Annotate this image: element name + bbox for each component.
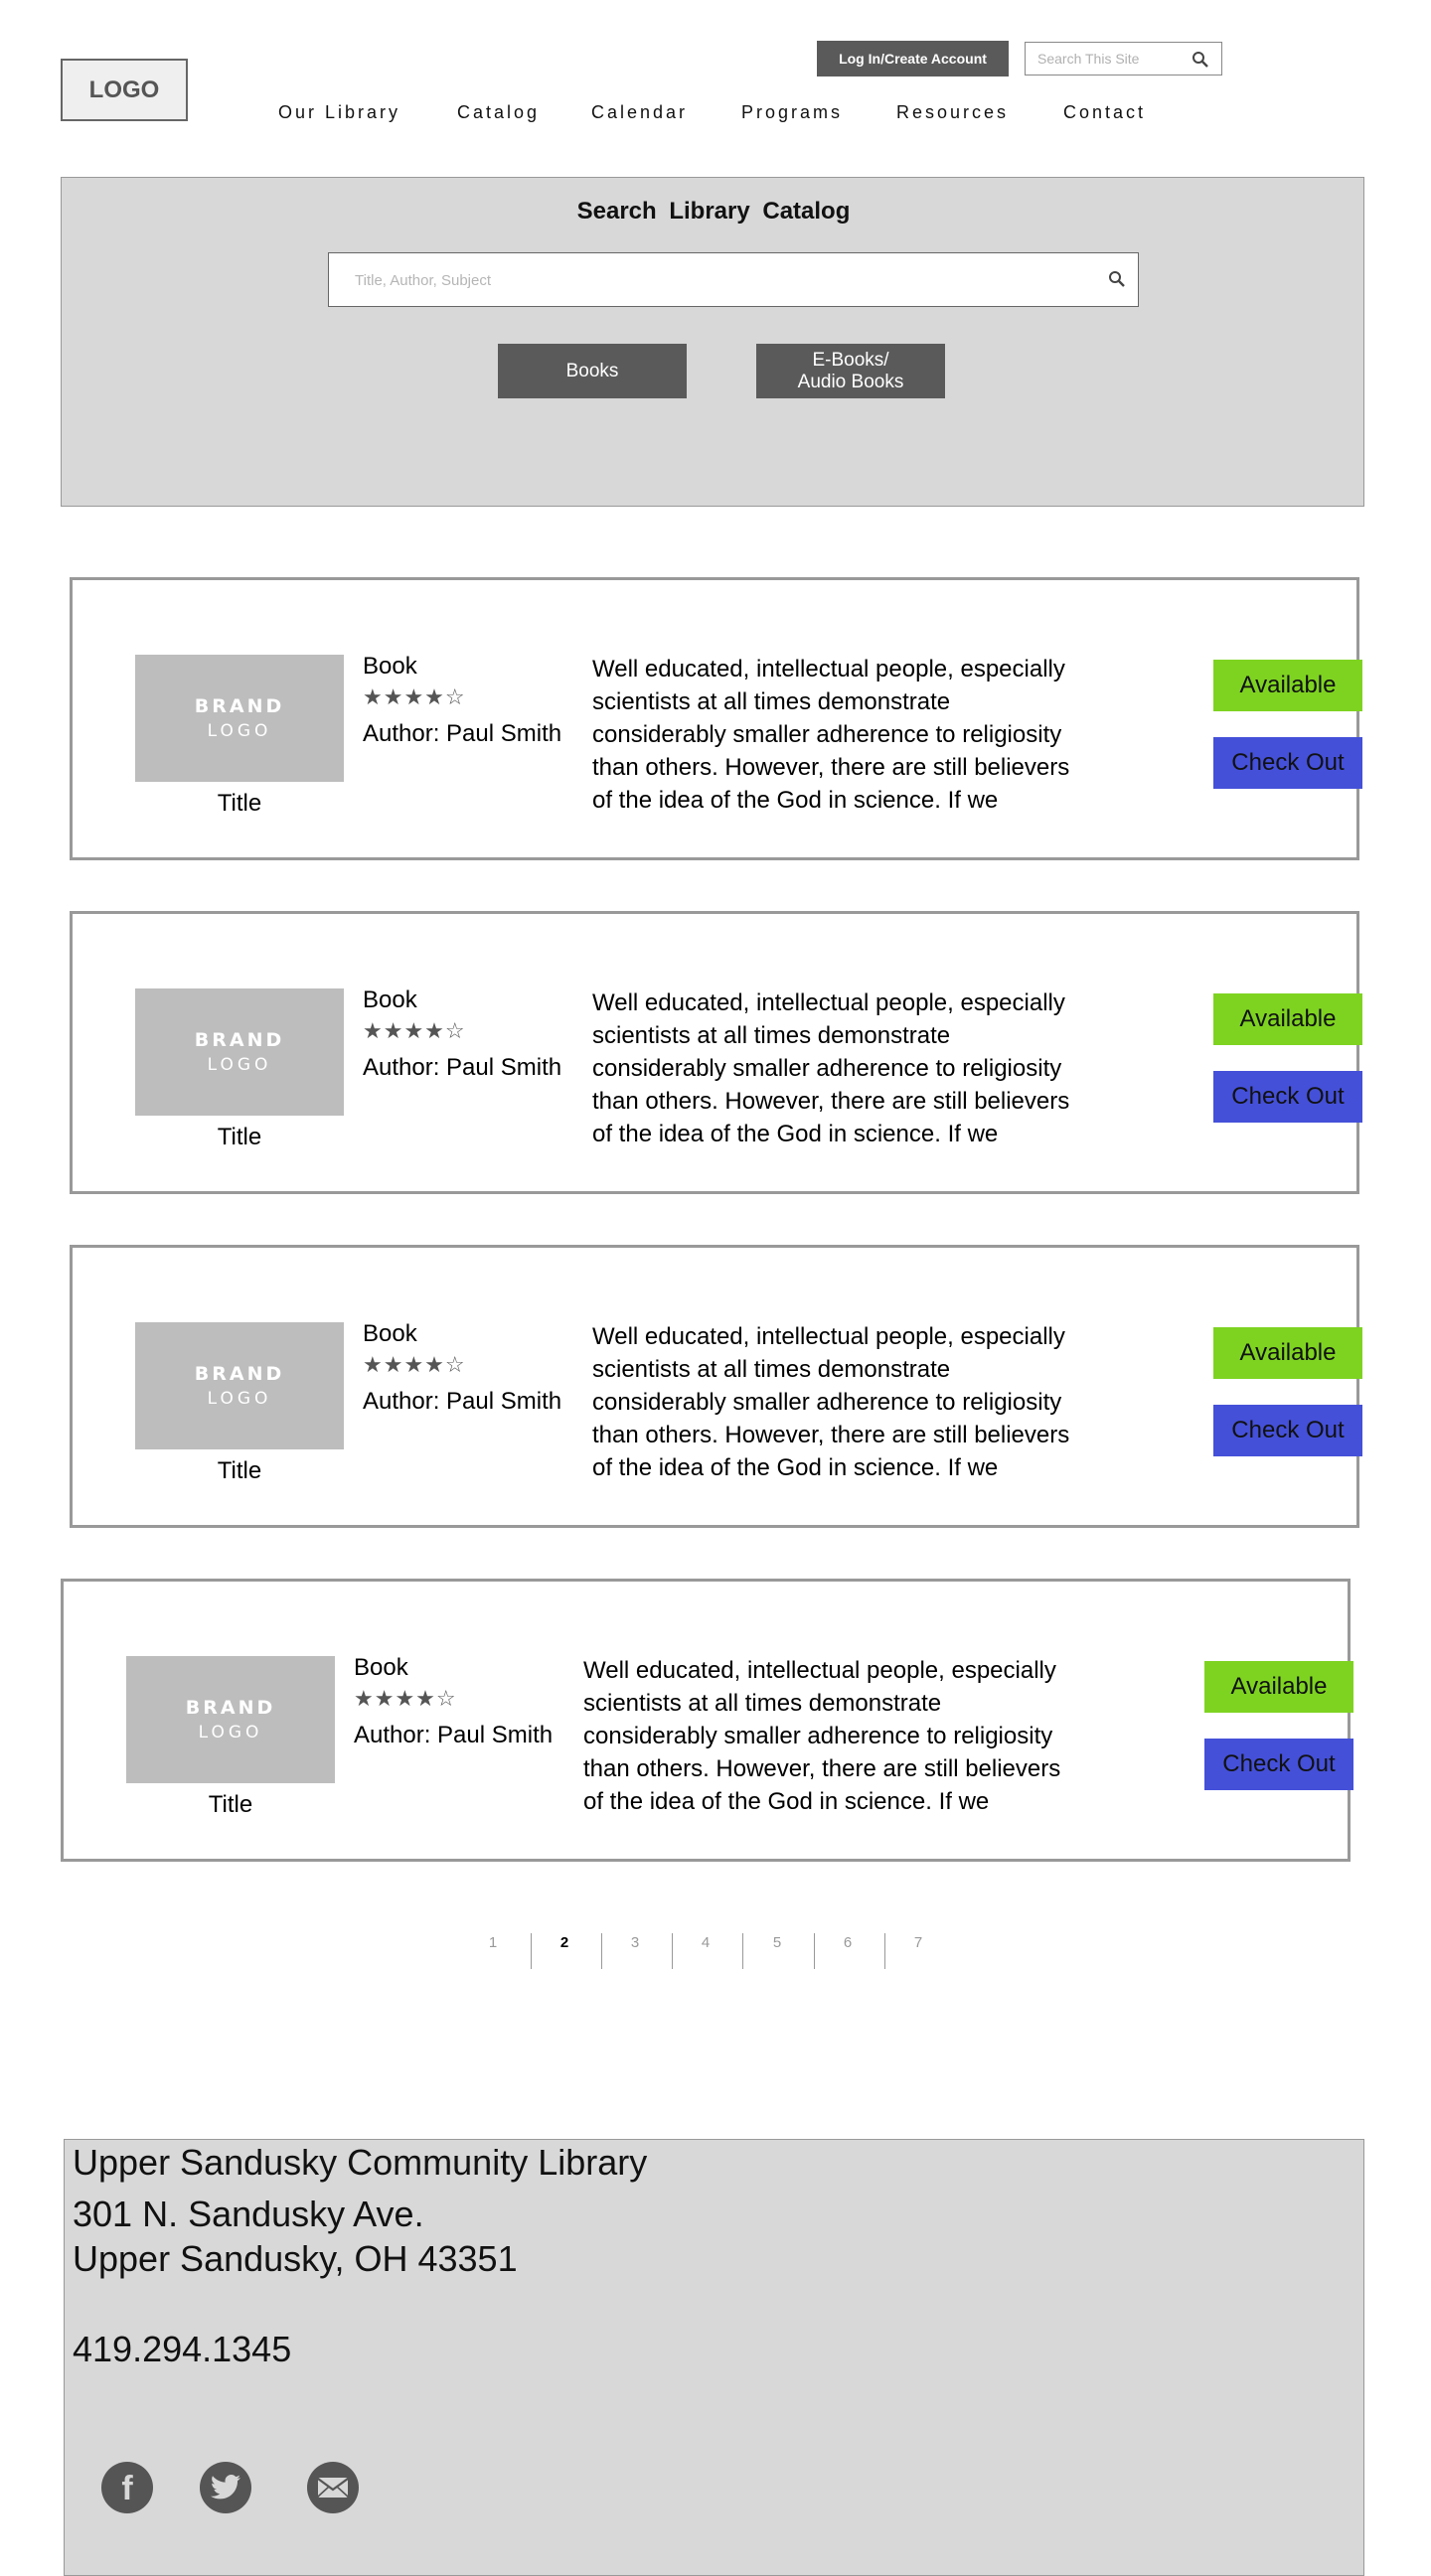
check-out-button[interactable]: Check Out xyxy=(1213,737,1362,789)
star-rating-icon: ★★★★☆ xyxy=(363,684,466,709)
book-author: Author: Paul Smith xyxy=(363,1054,562,1081)
book-author: Author: Paul Smith xyxy=(363,720,562,747)
catalog-title: Search Library Catalog xyxy=(576,198,851,225)
brand-logo-text: BRAND xyxy=(194,695,285,717)
page-link-1[interactable]: 1 xyxy=(483,1934,503,1951)
result-card: BRAND LOGO Title Book ★★★★☆ Author: Paul… xyxy=(61,1579,1353,1862)
check-out-button[interactable]: Check Out xyxy=(1213,1405,1362,1456)
page-divider xyxy=(601,1933,602,1969)
star-rating-icon: ★★★★☆ xyxy=(363,1018,466,1043)
available-button[interactable]: Available xyxy=(1213,993,1362,1045)
catalog-search-input[interactable] xyxy=(353,253,1052,308)
page-divider xyxy=(884,1933,885,1969)
page-link-6[interactable]: 6 xyxy=(838,1934,858,1951)
page-divider xyxy=(531,1933,532,1969)
result-card: BRAND LOGO Title Book ★★★★☆ Author: Paul… xyxy=(70,1245,1362,1528)
book-type: Book xyxy=(363,986,417,1013)
page-link-5[interactable]: 5 xyxy=(767,1934,787,1951)
brand-logo-text: BRAND xyxy=(194,1029,285,1051)
login-create-account-button[interactable]: Log In/Create Account xyxy=(817,41,1009,76)
ebooks-label-line1: E-Books/ xyxy=(812,349,889,371)
brand-logo-subtext: LOGO xyxy=(207,1389,272,1409)
page-divider xyxy=(672,1933,673,1969)
book-cover[interactable]: BRAND LOGO xyxy=(135,1322,344,1449)
book-type: Book xyxy=(354,1654,408,1681)
ebooks-audiobooks-button[interactable]: E-Books/ Audio Books xyxy=(756,344,945,398)
book-title[interactable]: Title xyxy=(135,790,344,818)
book-description: Well educated, intellectual people, espe… xyxy=(592,989,1070,1147)
book-description: Well educated, intellectual people, espe… xyxy=(583,1657,1061,1815)
svg-text:f: f xyxy=(121,2471,133,2504)
nav-contact[interactable]: Contact xyxy=(1063,102,1146,123)
brand-logo-subtext: LOGO xyxy=(207,721,272,741)
star-rating-icon: ★★★★☆ xyxy=(363,1352,466,1377)
page-divider xyxy=(814,1933,815,1969)
site-logo[interactable]: LOGO xyxy=(61,59,188,121)
brand-logo-text: BRAND xyxy=(185,1697,276,1719)
book-cover[interactable]: BRAND LOGO xyxy=(126,1656,335,1783)
available-button[interactable]: Available xyxy=(1213,1327,1362,1379)
result-card: BRAND LOGO Title Book ★★★★☆ Author: Paul… xyxy=(70,911,1362,1194)
book-author: Author: Paul Smith xyxy=(363,1388,562,1415)
page-link-7[interactable]: 7 xyxy=(908,1934,928,1951)
book-type: Book xyxy=(363,1320,417,1347)
page-link-2[interactable]: 2 xyxy=(555,1934,574,1951)
book-title[interactable]: Title xyxy=(135,1457,344,1485)
page-link-4[interactable]: 4 xyxy=(696,1934,716,1951)
star-rating-icon: ★★★★☆ xyxy=(354,1686,457,1711)
site-search-input[interactable] xyxy=(1026,50,1189,68)
catalog-search-box xyxy=(328,252,1139,308)
brand-logo-subtext: LOGO xyxy=(198,1723,263,1743)
book-description: Well educated, intellectual people, espe… xyxy=(592,1323,1070,1481)
facebook-icon[interactable]: f xyxy=(101,2462,153,2513)
nav-calendar[interactable]: Calendar xyxy=(591,102,688,123)
site-search-box xyxy=(1025,42,1222,76)
library-name: Upper Sandusky Community Library xyxy=(73,2142,648,2183)
book-title[interactable]: Title xyxy=(126,1791,335,1819)
brand-logo-text: BRAND xyxy=(194,1363,285,1385)
book-author: Author: Paul Smith xyxy=(354,1722,554,1748)
available-button[interactable]: Available xyxy=(1213,660,1362,711)
book-description: Well educated, intellectual people, espe… xyxy=(592,656,1070,814)
brand-logo-subtext: LOGO xyxy=(207,1055,272,1075)
book-title[interactable]: Title xyxy=(135,1124,344,1151)
result-card: BRAND LOGO Title Book ★★★★☆ Author: Paul… xyxy=(70,577,1362,860)
address-line-2: Upper Sandusky, OH 43351 xyxy=(73,2238,518,2279)
books-button[interactable]: Books xyxy=(498,344,687,398)
nav-programs[interactable]: Programs xyxy=(741,102,843,123)
check-out-button[interactable]: Check Out xyxy=(1204,1739,1353,1790)
email-icon[interactable] xyxy=(307,2462,359,2513)
page-link-3[interactable]: 3 xyxy=(625,1934,645,1951)
check-out-button[interactable]: Check Out xyxy=(1213,1071,1362,1123)
search-icon[interactable] xyxy=(1192,51,1209,74)
search-icon[interactable] xyxy=(1108,270,1126,293)
ebooks-label-line2: Audio Books xyxy=(797,371,904,392)
book-cover[interactable]: BRAND LOGO xyxy=(135,988,344,1116)
site-footer: Upper Sandusky Community Library 301 N. … xyxy=(64,2139,1364,2576)
nav-our-library[interactable]: Our Library xyxy=(278,102,400,123)
page-divider xyxy=(742,1933,743,1969)
nav-catalog[interactable]: Catalog xyxy=(457,102,540,123)
book-type: Book xyxy=(363,653,417,680)
address-line-1: 301 N. Sandusky Ave. xyxy=(73,2194,424,2234)
catalog-search-panel: Search Library Catalog Books E-Books/ Au… xyxy=(61,177,1364,507)
twitter-icon[interactable] xyxy=(200,2462,251,2513)
book-cover[interactable]: BRAND LOGO xyxy=(135,655,344,782)
available-button[interactable]: Available xyxy=(1204,1661,1353,1713)
phone-number[interactable]: 419.294.1345 xyxy=(73,2329,291,2370)
nav-resources[interactable]: Resources xyxy=(896,102,1009,123)
